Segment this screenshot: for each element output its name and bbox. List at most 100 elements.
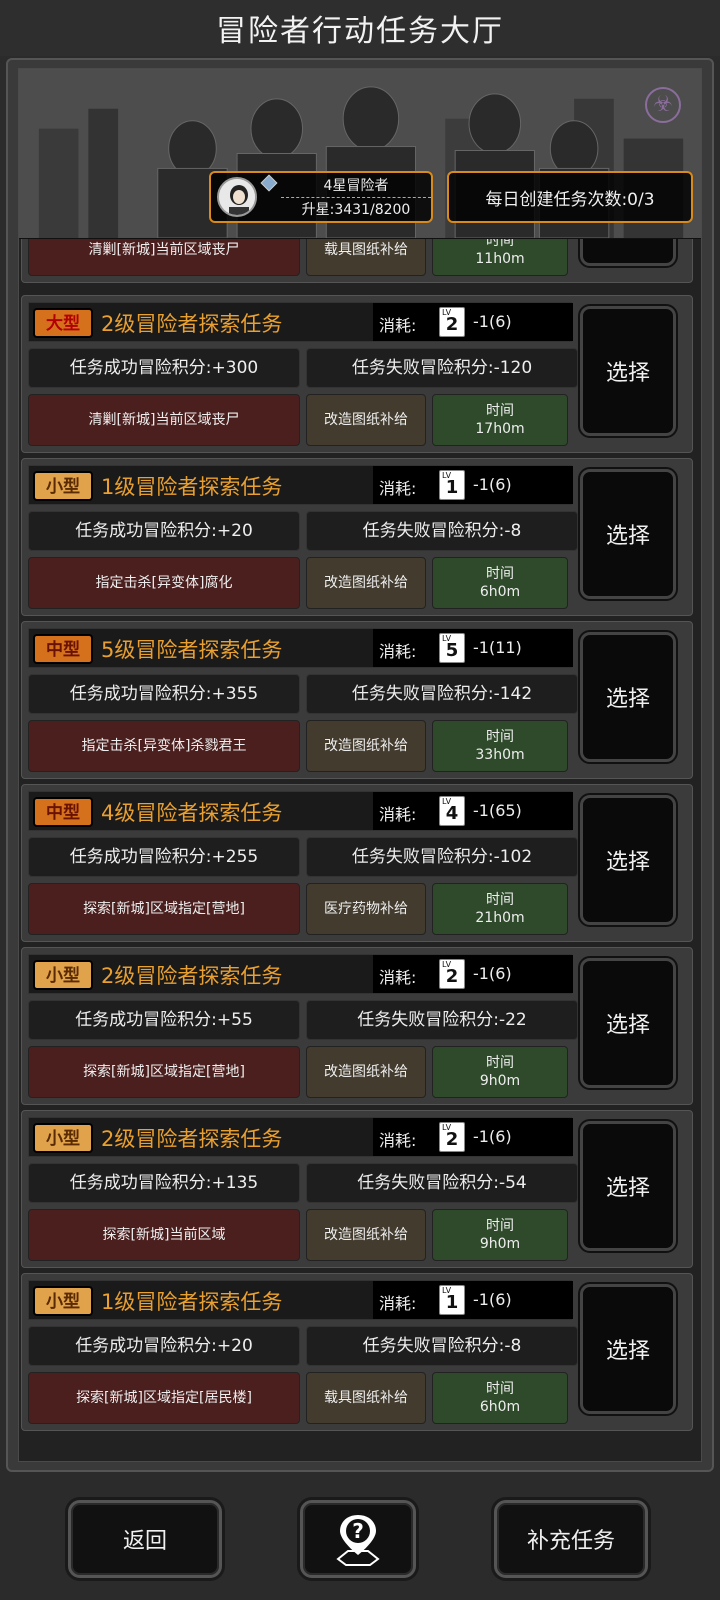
task-cost: 消耗: LV 2 -1(6) [373, 955, 573, 993]
task-target-text: 清剿[新城]当前区域丧尸 [88, 242, 240, 258]
task-target-text: 清剿[新城]当前区域丧尸 [88, 412, 240, 428]
task-header: 小型 2级冒险者探索任务 消耗: LV 2 -1(6) [28, 954, 573, 994]
task-cost: 消耗: LV 2 -1(6) [373, 1118, 573, 1156]
page-title: 冒险者行动任务大厅 [216, 14, 504, 49]
time-value: 6h0m [479, 1399, 521, 1415]
task-reward: 改造图纸补给 [306, 394, 426, 446]
task-size-badge: 小型 [33, 1286, 93, 1316]
level-card-icon: LV 2 [439, 959, 465, 989]
task-header: 中型 5级冒险者探索任务 消耗: LV 5 -1(11) [28, 628, 573, 668]
time-value: 9h0m [479, 1236, 521, 1252]
task-reward: 改造图纸补给 [306, 720, 426, 772]
time-value: 9h0m [479, 1073, 521, 1089]
help-button[interactable]: ? [300, 1500, 416, 1578]
select-button[interactable]: 选择 [578, 793, 678, 927]
cost-value: -1(6) [473, 475, 512, 494]
select-button[interactable]: 选择 [578, 956, 678, 1090]
time-value: 33h0m [475, 747, 525, 763]
time-label: 时间 [486, 892, 514, 908]
task-hall-frame: 清剿[新城]当前区域丧尸 载具图纸补给 时间 11h0m 选择 大型 2级冒险者探… [6, 58, 714, 1472]
task-size-badge: 小型 [33, 960, 93, 990]
avatar[interactable] [217, 177, 257, 217]
select-button[interactable]: 选择 [578, 1119, 678, 1253]
task-reward-text: 改造图纸补给 [324, 1064, 408, 1080]
select-button[interactable]: 选择 [578, 467, 678, 601]
time-value: 21h0m [475, 910, 525, 926]
select-button[interactable]: 选择 [578, 304, 678, 438]
refill-label: 补充任务 [526, 1529, 615, 1554]
task-title: 2级冒险者探索任务 [101, 312, 283, 336]
task-reward: 改造图纸补给 [306, 1046, 426, 1098]
cost-label: 消耗: [379, 479, 417, 498]
success-score: 任务成功冒险积分:+355 [28, 674, 300, 714]
task-cost: 消耗: LV 1 -1(6) [373, 466, 573, 504]
cost-label: 消耗: [379, 316, 417, 335]
task-target: 探索[新城]区域指定[营地] [28, 1046, 300, 1098]
level-card-number: 1 [445, 1292, 459, 1313]
success-score: 任务成功冒险积分:+55 [28, 1000, 300, 1040]
task-list-viewport[interactable]: 清剿[新城]当前区域丧尸 载具图纸补给 时间 11h0m 选择 大型 2级冒险者探… [18, 68, 702, 1462]
task-title: 5级冒险者探索任务 [101, 638, 283, 662]
task-card: 小型 2级冒险者探索任务 消耗: LV 2 -1(6) 任务成功冒险积分:+55 … [21, 947, 693, 1105]
cost-label: 消耗: [379, 642, 417, 661]
time-value: 17h0m [475, 421, 525, 437]
time-value: 11h0m [475, 251, 525, 267]
select-label: 选择 [605, 524, 650, 549]
level-card-icon: LV 1 [439, 470, 465, 500]
select-label: 选择 [605, 1339, 650, 1364]
task-time: 时间 17h0m [432, 394, 568, 446]
task-card: 小型 2级冒险者探索任务 消耗: LV 2 -1(6) 任务成功冒险积分:+135… [21, 1110, 693, 1268]
refill-tasks-button[interactable]: 补充任务 [494, 1500, 648, 1578]
time-label: 时间 [486, 729, 514, 745]
fail-score: 任务失败冒险积分:-54 [306, 1163, 578, 1203]
fail-score: 任务失败冒险积分:-120 [306, 348, 578, 388]
task-reward-text: 载具图纸补给 [324, 1390, 408, 1406]
task-header: 小型 2级冒险者探索任务 消耗: LV 2 -1(6) [28, 1117, 573, 1157]
cost-value: -1(11) [473, 638, 522, 657]
task-time: 时间 33h0m [432, 720, 568, 772]
task-target-text: 探索[新城]区域指定[营地] [83, 1064, 245, 1080]
level-card-number: 5 [445, 640, 459, 661]
select-button[interactable]: 选择 [578, 630, 678, 764]
task-target-text: 指定击杀[异变体]腐化 [95, 575, 233, 591]
task-target-text: 指定击杀[异变体]杀戮君王 [81, 738, 247, 754]
gem-icon [260, 174, 278, 192]
task-title: 4级冒险者探索任务 [101, 801, 283, 825]
task-card: 小型 1级冒险者探索任务 消耗: LV 1 -1(6) 任务成功冒险积分:+20 … [21, 1273, 693, 1431]
select-label: 选择 [605, 1176, 650, 1201]
time-label: 时间 [486, 1218, 514, 1234]
task-header: 中型 4级冒险者探索任务 消耗: LV 4 -1(65) [28, 791, 573, 831]
select-button[interactable]: 选择 [578, 1282, 678, 1416]
task-title: 2级冒险者探索任务 [101, 1127, 283, 1151]
select-label: 选择 [605, 687, 650, 712]
level-card-icon: LV 1 [439, 1285, 465, 1315]
cost-value: -1(6) [473, 964, 512, 983]
level-card-icon: LV 5 [439, 633, 465, 663]
task-size-badge: 大型 [33, 308, 93, 338]
task-reward-text: 改造图纸补给 [324, 1227, 408, 1243]
cost-value: -1(6) [473, 312, 512, 331]
level-card-icon: LV 2 [439, 307, 465, 337]
task-size-badge: 小型 [33, 471, 93, 501]
task-target-text: 探索[新城]区域指定[居民楼] [76, 1390, 252, 1406]
task-reward: 改造图纸补给 [306, 557, 426, 609]
title-bar: 冒险者行动任务大厅 [0, 0, 720, 56]
success-score: 任务成功冒险积分:+20 [28, 511, 300, 551]
task-target-text: 探索[新城]当前区域 [102, 1227, 226, 1243]
task-reward: 载具图纸补给 [306, 1372, 426, 1424]
player-rank-panel[interactable]: 4星冒险者 升星:3431/8200 [209, 171, 433, 223]
task-target: 指定击杀[异变体]杀戮君王 [28, 720, 300, 772]
task-list[interactable]: 清剿[新城]当前区域丧尸 载具图纸补给 时间 11h0m 选择 大型 2级冒险者探… [19, 69, 701, 1461]
back-button[interactable]: 返回 [68, 1500, 222, 1578]
task-target: 探索[新城]区域指定[营地] [28, 883, 300, 935]
task-time: 时间 9h0m [432, 1209, 568, 1261]
task-target: 清剿[新城]当前区域丧尸 [28, 394, 300, 446]
task-reward-text: 改造图纸补给 [324, 575, 408, 591]
fail-score: 任务失败冒险积分:-8 [306, 1326, 578, 1366]
level-card-icon: LV 4 [439, 796, 465, 826]
level-card-number: 1 [445, 477, 459, 498]
level-card-number: 2 [445, 314, 459, 335]
bottom-bar: 返回 ? 补充任务 [0, 1476, 720, 1600]
level-card-icon: LV 2 [439, 1122, 465, 1152]
task-header: 小型 1级冒险者探索任务 消耗: LV 1 -1(6) [28, 465, 573, 505]
